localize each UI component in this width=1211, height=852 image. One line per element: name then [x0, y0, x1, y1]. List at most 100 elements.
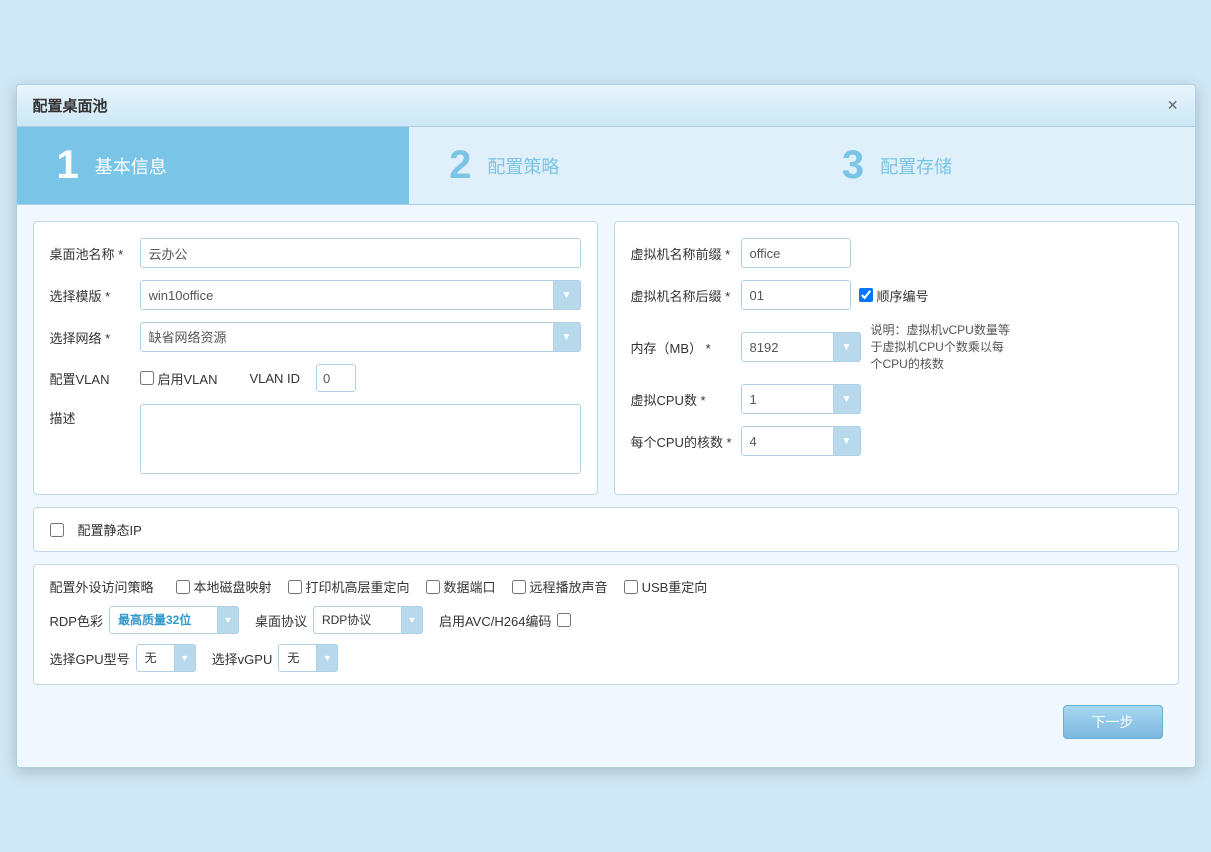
desc-row: 描述	[50, 404, 581, 474]
gpu-type-select[interactable]: 无	[136, 644, 196, 672]
vgpu-group: 选择vGPU 无 ▼	[212, 644, 339, 672]
dialog-body: 桌面池名称 * 选择模版 * win10office ▼ 选择网络 *	[17, 205, 1195, 767]
seq-number-wrapper: 顺序编号	[859, 286, 929, 305]
vm-prefix-input[interactable]	[741, 238, 851, 268]
vlan-row: 配置VLAN 启用VLAN VLAN ID	[50, 364, 581, 392]
gpu-type-label: 选择GPU型号	[50, 649, 130, 668]
gpu-row: 选择GPU型号 无 ▼ 选择vGPU 无 ▼	[50, 644, 1162, 672]
network-select[interactable]: 缺省网络资源	[140, 322, 581, 352]
vm-suffix-label: 虚拟机名称后缀 *	[631, 286, 741, 305]
vlan-inner: 启用VLAN VLAN ID	[140, 364, 357, 392]
dialog-title: 配置桌面池	[33, 95, 108, 116]
access-rdp-panel: 配置外设访问策略 本地磁盘映射 打印机高层重定向 数据端口 远程播放声音	[33, 564, 1179, 685]
data-port-checkbox[interactable]	[426, 580, 440, 594]
memory-note: 说明：虚拟机vCPU数量等于虚拟机CPU个数乘以每个CPU的核数	[871, 322, 1011, 372]
printer-checkbox[interactable]	[288, 580, 302, 594]
desc-label: 描述	[50, 404, 140, 427]
template-label: 选择模版 *	[50, 286, 140, 305]
step-2-number: 2	[449, 143, 471, 188]
network-row: 选择网络 * 缺省网络资源 ▼	[50, 322, 581, 352]
vm-prefix-label: 虚拟机名称前缀 *	[631, 244, 741, 263]
printer-label: 打印机高层重定向	[306, 577, 410, 596]
policy-local-disk[interactable]: 本地磁盘映射	[176, 577, 272, 596]
template-row: 选择模版 * win10office ▼	[50, 280, 581, 310]
usb-label: USB重定向	[642, 577, 708, 596]
network-label: 选择网络 *	[50, 328, 140, 347]
static-ip-row: 配置静态IP	[50, 520, 1162, 539]
step-3-number: 3	[842, 143, 864, 188]
core-count-select-wrapper: 4 ▼	[741, 426, 861, 456]
vgpu-select-wrapper: 无 ▼	[278, 644, 338, 672]
static-ip-panel: 配置静态IP	[33, 507, 1179, 552]
avc-checkbox[interactable]	[557, 613, 571, 627]
enable-vlan-text: 启用VLAN	[158, 369, 218, 388]
cpu-count-select-wrapper: 1 ▼	[741, 384, 861, 414]
data-port-label: 数据端口	[444, 577, 496, 596]
vlan-id-label: VLAN ID	[249, 371, 300, 386]
enable-vlan-label[interactable]: 启用VLAN	[140, 369, 218, 388]
memory-select-wrapper: 8192 ▼	[741, 332, 861, 362]
remote-audio-label: 远程播放声音	[530, 577, 608, 596]
step-3[interactable]: 3 配置存储	[802, 127, 1195, 204]
protocol-select-wrapper: RDP协议 ▼	[313, 606, 423, 634]
local-disk-label: 本地磁盘映射	[194, 577, 272, 596]
usb-checkbox[interactable]	[624, 580, 638, 594]
desktop-protocol-group: 桌面协议 RDP协议 ▼	[255, 606, 423, 634]
pool-name-label: 桌面池名称 *	[50, 244, 140, 263]
left-panel: 桌面池名称 * 选择模版 * win10office ▼ 选择网络 *	[33, 221, 598, 495]
protocol-select[interactable]: RDP协议	[313, 606, 423, 634]
pool-name-input[interactable]	[140, 238, 581, 268]
static-ip-label: 配置静态IP	[78, 520, 142, 539]
cpu-count-label: 虚拟CPU数 *	[631, 390, 741, 409]
policy-printer[interactable]: 打印机高层重定向	[288, 577, 410, 596]
core-count-label: 每个CPU的核数 *	[631, 432, 741, 451]
step-3-label: 配置存储	[880, 153, 952, 179]
dialog-title-bar: 配置桌面池 ✕	[17, 85, 1195, 127]
memory-select[interactable]: 8192	[741, 332, 861, 362]
vlan-id-input[interactable]	[316, 364, 356, 392]
rdp-row: RDP色彩 最高质量32位 ▼ 桌面协议 RDP协议 ▼	[50, 606, 1162, 634]
vm-prefix-row: 虚拟机名称前缀 *	[631, 238, 1162, 268]
top-panels: 桌面池名称 * 选择模版 * win10office ▼ 选择网络 *	[33, 221, 1179, 495]
enable-vlan-checkbox[interactable]	[140, 371, 154, 385]
memory-row: 内存（MB） * 8192 ▼ 说明：虚拟机vCPU数量等于虚拟机CPU个数乘以…	[631, 322, 1162, 372]
policy-usb[interactable]: USB重定向	[624, 577, 708, 596]
step-2[interactable]: 2 配置策略	[409, 127, 802, 204]
gpu-type-group: 选择GPU型号 无 ▼	[50, 644, 196, 672]
pool-name-row: 桌面池名称 *	[50, 238, 581, 268]
core-count-select[interactable]: 4	[741, 426, 861, 456]
rdp-color-select-wrapper: 最高质量32位 ▼	[109, 606, 239, 634]
seq-number-checkbox[interactable]	[859, 288, 873, 302]
rdp-color-group: RDP色彩 最高质量32位 ▼	[50, 606, 239, 634]
remote-audio-checkbox[interactable]	[512, 580, 526, 594]
vm-suffix-row: 虚拟机名称后缀 * 顺序编号	[631, 280, 1162, 310]
access-policy-row: 配置外设访问策略 本地磁盘映射 打印机高层重定向 数据端口 远程播放声音	[50, 577, 1162, 596]
local-disk-checkbox[interactable]	[176, 580, 190, 594]
memory-label: 内存（MB） *	[631, 338, 741, 357]
rdp-color-select[interactable]: 最高质量32位	[109, 606, 239, 634]
close-button[interactable]: ✕	[1167, 97, 1179, 114]
avc-group: 启用AVC/H264编码	[439, 611, 571, 630]
avc-label: 启用AVC/H264编码	[439, 611, 551, 630]
right-panel: 虚拟机名称前缀 * 虚拟机名称后缀 * 顺序编号 内存（MB） * 8	[614, 221, 1179, 495]
template-select[interactable]: win10office	[140, 280, 581, 310]
step-1-number: 1	[57, 143, 79, 188]
static-ip-checkbox[interactable]	[50, 523, 64, 537]
vgpu-select[interactable]: 无	[278, 644, 338, 672]
access-policy-label: 配置外设访问策略	[50, 577, 160, 596]
desc-textarea[interactable]	[140, 404, 581, 474]
seq-number-label: 顺序编号	[877, 286, 929, 305]
step-1[interactable]: 1 基本信息	[17, 127, 410, 204]
vm-suffix-input[interactable]	[741, 280, 851, 310]
dialog-footer: 下一步	[33, 697, 1179, 751]
vgpu-label: 选择vGPU	[212, 649, 273, 668]
cpu-count-select[interactable]: 1	[741, 384, 861, 414]
policy-data-port[interactable]: 数据端口	[426, 577, 496, 596]
network-select-wrapper: 缺省网络资源 ▼	[140, 322, 581, 352]
next-button[interactable]: 下一步	[1063, 705, 1163, 739]
configure-desktop-pool-dialog: 配置桌面池 ✕ 1 基本信息 2 配置策略 3 配置存储 桌面池名称 *	[16, 84, 1196, 768]
rdp-color-label: RDP色彩	[50, 611, 103, 630]
step-1-label: 基本信息	[95, 153, 167, 179]
policy-remote-audio[interactable]: 远程播放声音	[512, 577, 608, 596]
step-2-label: 配置策略	[487, 153, 559, 179]
